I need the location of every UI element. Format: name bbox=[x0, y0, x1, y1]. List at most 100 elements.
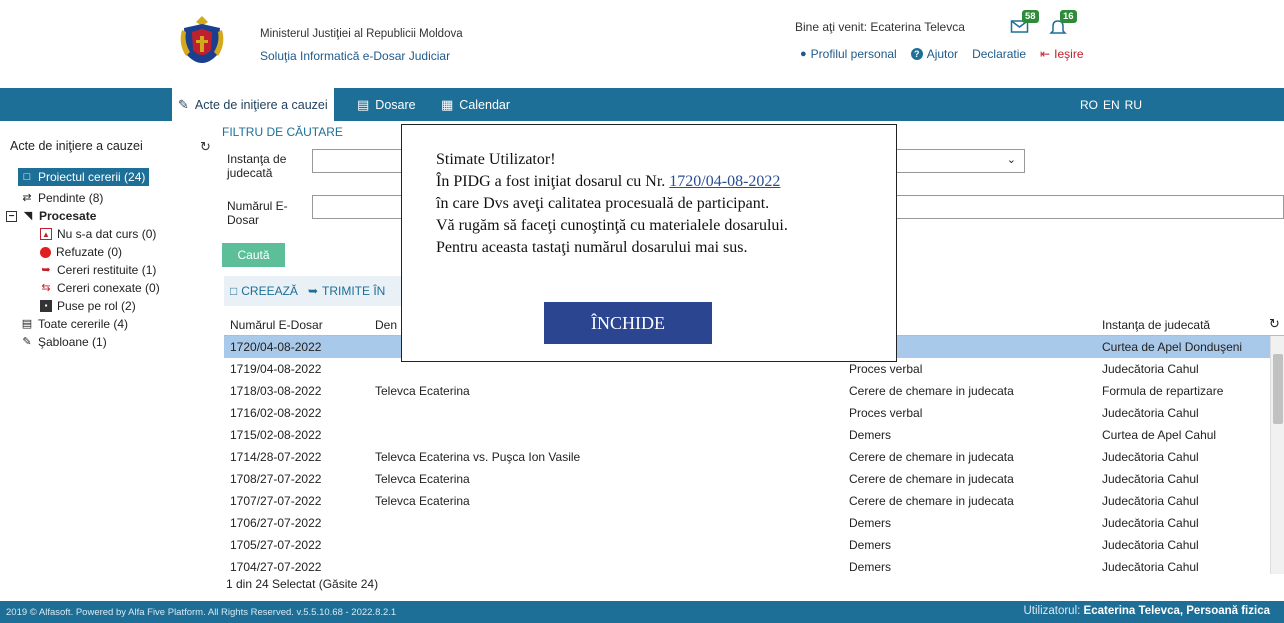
share-icon: ➥ bbox=[307, 284, 318, 298]
red-dot-icon bbox=[40, 246, 51, 258]
sidebar-item-sabloane[interactable]: ✎ Şabloane (1) bbox=[21, 333, 106, 351]
sidebar-item-procesate[interactable]: − ◥ Procesate bbox=[6, 207, 96, 225]
scroll-thumb[interactable] bbox=[1273, 354, 1283, 424]
chevron-down-icon: ⌄ bbox=[1006, 154, 1016, 166]
lang-en[interactable]: EN bbox=[1103, 98, 1120, 112]
cell-court: Judecătoria Cahul bbox=[1102, 406, 1199, 420]
logout-icon: ⇤ bbox=[1040, 47, 1051, 61]
nav-dosare-label: Dosare bbox=[375, 97, 416, 112]
close-button[interactable]: ÎNCHIDE bbox=[544, 302, 712, 344]
calendar-icon: ▪ bbox=[40, 300, 52, 312]
nav-acte-label: Acte de iniţiere a cauzei bbox=[194, 97, 328, 112]
profile-label: Profilul personal bbox=[810, 47, 897, 61]
col-number-header[interactable]: Numărul E-Dosar bbox=[230, 318, 323, 332]
cell-type: Cerere de chemare in judecata bbox=[849, 472, 1014, 486]
footer-user-value: Ecaterina Televca, Persoană fizica bbox=[1083, 605, 1270, 617]
nav-acte-initiere[interactable]: ✎ Acte de iniţiere a cauzei bbox=[172, 88, 334, 121]
profile-link[interactable]: ● Profilul personal bbox=[800, 47, 897, 61]
sidebar-item-pendinte[interactable]: ⇄ Pendinte (8) bbox=[21, 189, 103, 207]
nav-calendar[interactable]: ▦ Calendar bbox=[441, 88, 510, 121]
create-button[interactable]: □ CREEAZĂ bbox=[230, 284, 298, 298]
sidebar-item-toate-cererile[interactable]: ▤ Toate cererile (4) bbox=[21, 315, 128, 333]
refresh-icon[interactable]: ↻ bbox=[1269, 316, 1280, 332]
col-court-header[interactable]: Instanţa de judecată bbox=[1102, 318, 1210, 332]
notifications-button[interactable]: 16 bbox=[1048, 10, 1078, 36]
file-icon: □ bbox=[23, 171, 31, 183]
cell-type: Demers bbox=[849, 516, 892, 530]
cell-number: 1716/02-08-2022 bbox=[230, 406, 322, 420]
footer-user-label: Utilizatorul: bbox=[1023, 605, 1081, 617]
sidebar-item-nu-s-a-dat-curs[interactable]: ▲ Nu s-a dat curs (0) bbox=[40, 225, 156, 243]
sidebar-item-refuzate[interactable]: Refuzate (0) bbox=[40, 243, 122, 261]
table-row[interactable]: 1704/27-07-2022 Demers Judecătoria Cahul bbox=[224, 556, 1270, 572]
sidebar-item-proiectul[interactable]: □ Proiectul cererii (24) bbox=[18, 168, 150, 186]
table-scrollbar[interactable] bbox=[1270, 336, 1284, 574]
lang-ro[interactable]: RO bbox=[1080, 98, 1098, 112]
declaration-link[interactable]: Declaratie bbox=[972, 47, 1026, 61]
col-parties-header[interactable]: Den bbox=[375, 318, 397, 332]
cell-court: Judecătoria Cahul bbox=[1102, 362, 1199, 376]
welcome-text: Bine aţi venit: Ecaterina Televca bbox=[795, 20, 965, 34]
cell-court: Curtea de Apel Cahul bbox=[1102, 428, 1217, 442]
lang-ru[interactable]: RU bbox=[1125, 98, 1142, 112]
cell-number: 1720/04-08-2022 bbox=[230, 340, 322, 354]
search-button[interactable]: Caută bbox=[222, 243, 285, 267]
table-row[interactable]: 1716/02-08-2022 Proces verbal Judecătoria … bbox=[224, 402, 1270, 424]
notifications-count-badge: 16 bbox=[1060, 10, 1077, 23]
sidebar-item-label: Cereri restituite (1) bbox=[57, 263, 157, 277]
send-button[interactable]: ➥ TRIMITE ÎN bbox=[308, 284, 385, 298]
table-row[interactable]: 1705/27-07-2022 Demers Judecătoria Cahul bbox=[224, 534, 1270, 556]
sidebar-item-label: Cereri conexate (0) bbox=[57, 281, 160, 295]
modal-message: Stimate Utilizator! În PIDG a fost iniţi… bbox=[436, 149, 788, 259]
cell-type: Demers bbox=[849, 428, 892, 442]
table-row[interactable]: 1715/02-08-2022 Demers Curtea de Apel Cahu… bbox=[224, 424, 1270, 446]
pdf-icon: ▲ bbox=[40, 228, 52, 240]
cell-type: Cerere de chemare in judecata bbox=[849, 494, 1014, 508]
sidebar-item-cereri-conexate[interactable]: ⇆ Cereri conexate (0) bbox=[40, 279, 160, 297]
cell-court: Judecătoria Cahul bbox=[1102, 450, 1199, 464]
table-row[interactable]: 1706/27-07-2022 Demers Judecătoria Cahul bbox=[224, 512, 1270, 534]
modal-line-5: Pentru aceasta tastaţi numărul dosarului… bbox=[436, 239, 748, 256]
cell-type: Demers bbox=[849, 538, 892, 552]
cell-type: Proces verbal bbox=[849, 362, 923, 376]
case-number-link[interactable]: 1720/04-08-2022 bbox=[669, 173, 780, 190]
modal-line-2-text: În PIDG a fost iniţiat dosarul cu Nr. bbox=[436, 173, 670, 190]
nav-dosare[interactable]: ▤ Dosare bbox=[357, 88, 416, 121]
sidebar-item-cereri-restituite[interactable]: ➥ Cereri restituite (1) bbox=[40, 261, 156, 279]
sidebar: Acte de iniţiere a cauzei ↻ □ Proiectul … bbox=[0, 121, 220, 601]
create-label: CREEAZĂ bbox=[241, 284, 298, 298]
modal-line-2: În PIDG a fost iniţiat dosarul cu Nr. 17… bbox=[436, 171, 788, 193]
pending-icon: ⇄ bbox=[22, 192, 32, 204]
edit-icon: ✎ bbox=[178, 96, 189, 112]
notification-modal: Stimate Utilizator! În PIDG a fost iniţi… bbox=[401, 124, 897, 362]
logout-label: Ieşire bbox=[1054, 47, 1084, 61]
cell-type: Cerere de chemare in judecata bbox=[849, 450, 1014, 464]
refresh-icon[interactable]: ↻ bbox=[200, 139, 211, 155]
cell-court: Curtea de Apel Donduşeni bbox=[1102, 340, 1243, 354]
cell-number: 1706/27-07-2022 bbox=[230, 516, 322, 530]
table-row[interactable]: 1708/27-07-2022 Televca Ecaterina Cerere d… bbox=[224, 468, 1270, 490]
table-row[interactable]: 1718/03-08-2022 Televca Ecaterina Cerere d… bbox=[224, 380, 1270, 402]
help-link[interactable]: ? Ajutor bbox=[910, 47, 958, 61]
language-switcher: RO EN RU bbox=[1080, 88, 1142, 121]
messages-button[interactable]: 58 bbox=[1010, 10, 1040, 36]
collapse-icon[interactable]: − bbox=[6, 210, 17, 222]
table-row[interactable]: 1714/28-07-2022 Televca Ecaterina vs. Puş… bbox=[224, 446, 1270, 468]
exchange-icon: ⇆ bbox=[41, 282, 51, 294]
sidebar-item-puse-pe-rol[interactable]: ▪ Puse pe rol (2) bbox=[40, 297, 136, 315]
cell-number: 1708/27-07-2022 bbox=[230, 472, 322, 486]
sidebar-item-label: Nu s-a dat curs (0) bbox=[57, 227, 157, 241]
sidebar-item-label: Pendinte (8) bbox=[38, 191, 104, 205]
sidebar-item-label: Proiectul cererii (24) bbox=[38, 170, 146, 184]
logout-link[interactable]: ⇤ Ieşire bbox=[1040, 47, 1083, 61]
calendar-icon: ▦ bbox=[441, 96, 454, 112]
filter-title: FILTRU DE CĂUTARE bbox=[222, 125, 343, 139]
sidebar-item-label: Toate cererile (4) bbox=[38, 317, 129, 331]
send-label: TRIMITE ÎN bbox=[322, 284, 386, 298]
table-row[interactable]: 1707/27-07-2022 Televca Ecaterina Cerere d… bbox=[224, 490, 1270, 512]
table-footer: 1 din 24 Selectat (Găsite 24) bbox=[226, 577, 379, 591]
ministry-name: Ministerul Justiţiei al Republicii Moldo… bbox=[260, 28, 463, 40]
share-icon: ➥ bbox=[41, 264, 51, 276]
modal-line-4: Vă rugăm să faceţi cunoştinţă cu materia… bbox=[436, 217, 788, 234]
messages-count-badge: 58 bbox=[1022, 10, 1039, 23]
